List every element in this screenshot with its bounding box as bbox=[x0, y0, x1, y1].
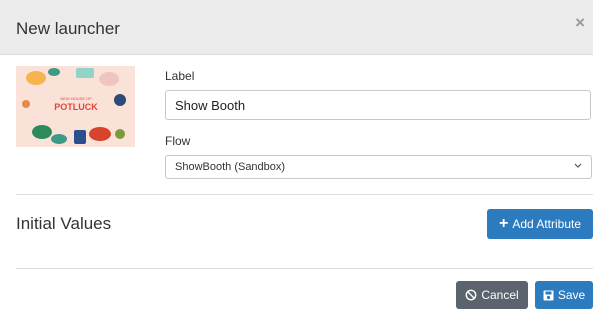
cancel-button[interactable]: Cancel bbox=[456, 281, 528, 309]
plus-icon: + bbox=[498, 215, 509, 232]
ban-icon bbox=[465, 289, 477, 301]
footer-divider bbox=[16, 268, 593, 269]
modal-header: New launcher bbox=[0, 0, 593, 55]
label-caption: Label bbox=[165, 69, 195, 83]
launcher-thumbnail: NEW HOUSE OF POTLUCK bbox=[16, 66, 135, 147]
new-launcher-modal: New launcher × NEW HOUSE OF POTLUCK Labe… bbox=[0, 0, 593, 309]
close-icon[interactable]: × bbox=[575, 14, 585, 31]
flow-select[interactable]: ShowBooth (Sandbox) bbox=[165, 155, 592, 179]
thumbnail-title: POTLUCK bbox=[54, 102, 98, 112]
add-attribute-button[interactable]: + Add Attribute bbox=[487, 209, 593, 239]
modal-title: New launcher bbox=[16, 19, 120, 38]
label-input-value: Show Booth bbox=[175, 98, 246, 113]
floppy-disk-icon bbox=[543, 290, 554, 300]
section-divider bbox=[16, 194, 593, 195]
potluck-illustration: NEW HOUSE OF POTLUCK bbox=[16, 66, 135, 147]
initial-values-heading: Initial Values bbox=[16, 214, 112, 233]
chevron-down-icon bbox=[574, 163, 582, 168]
flow-selected-value: ShowBooth (Sandbox) bbox=[175, 161, 286, 173]
save-label: Save bbox=[557, 288, 586, 302]
save-button[interactable]: Save bbox=[535, 281, 593, 309]
flow-caption: Flow bbox=[165, 134, 191, 148]
label-input[interactable]: Show Booth bbox=[165, 90, 591, 120]
thumbnail-subtitle: NEW HOUSE OF bbox=[60, 96, 92, 101]
add-attribute-label: Add Attribute bbox=[512, 217, 582, 231]
cancel-label: Cancel bbox=[481, 288, 519, 302]
